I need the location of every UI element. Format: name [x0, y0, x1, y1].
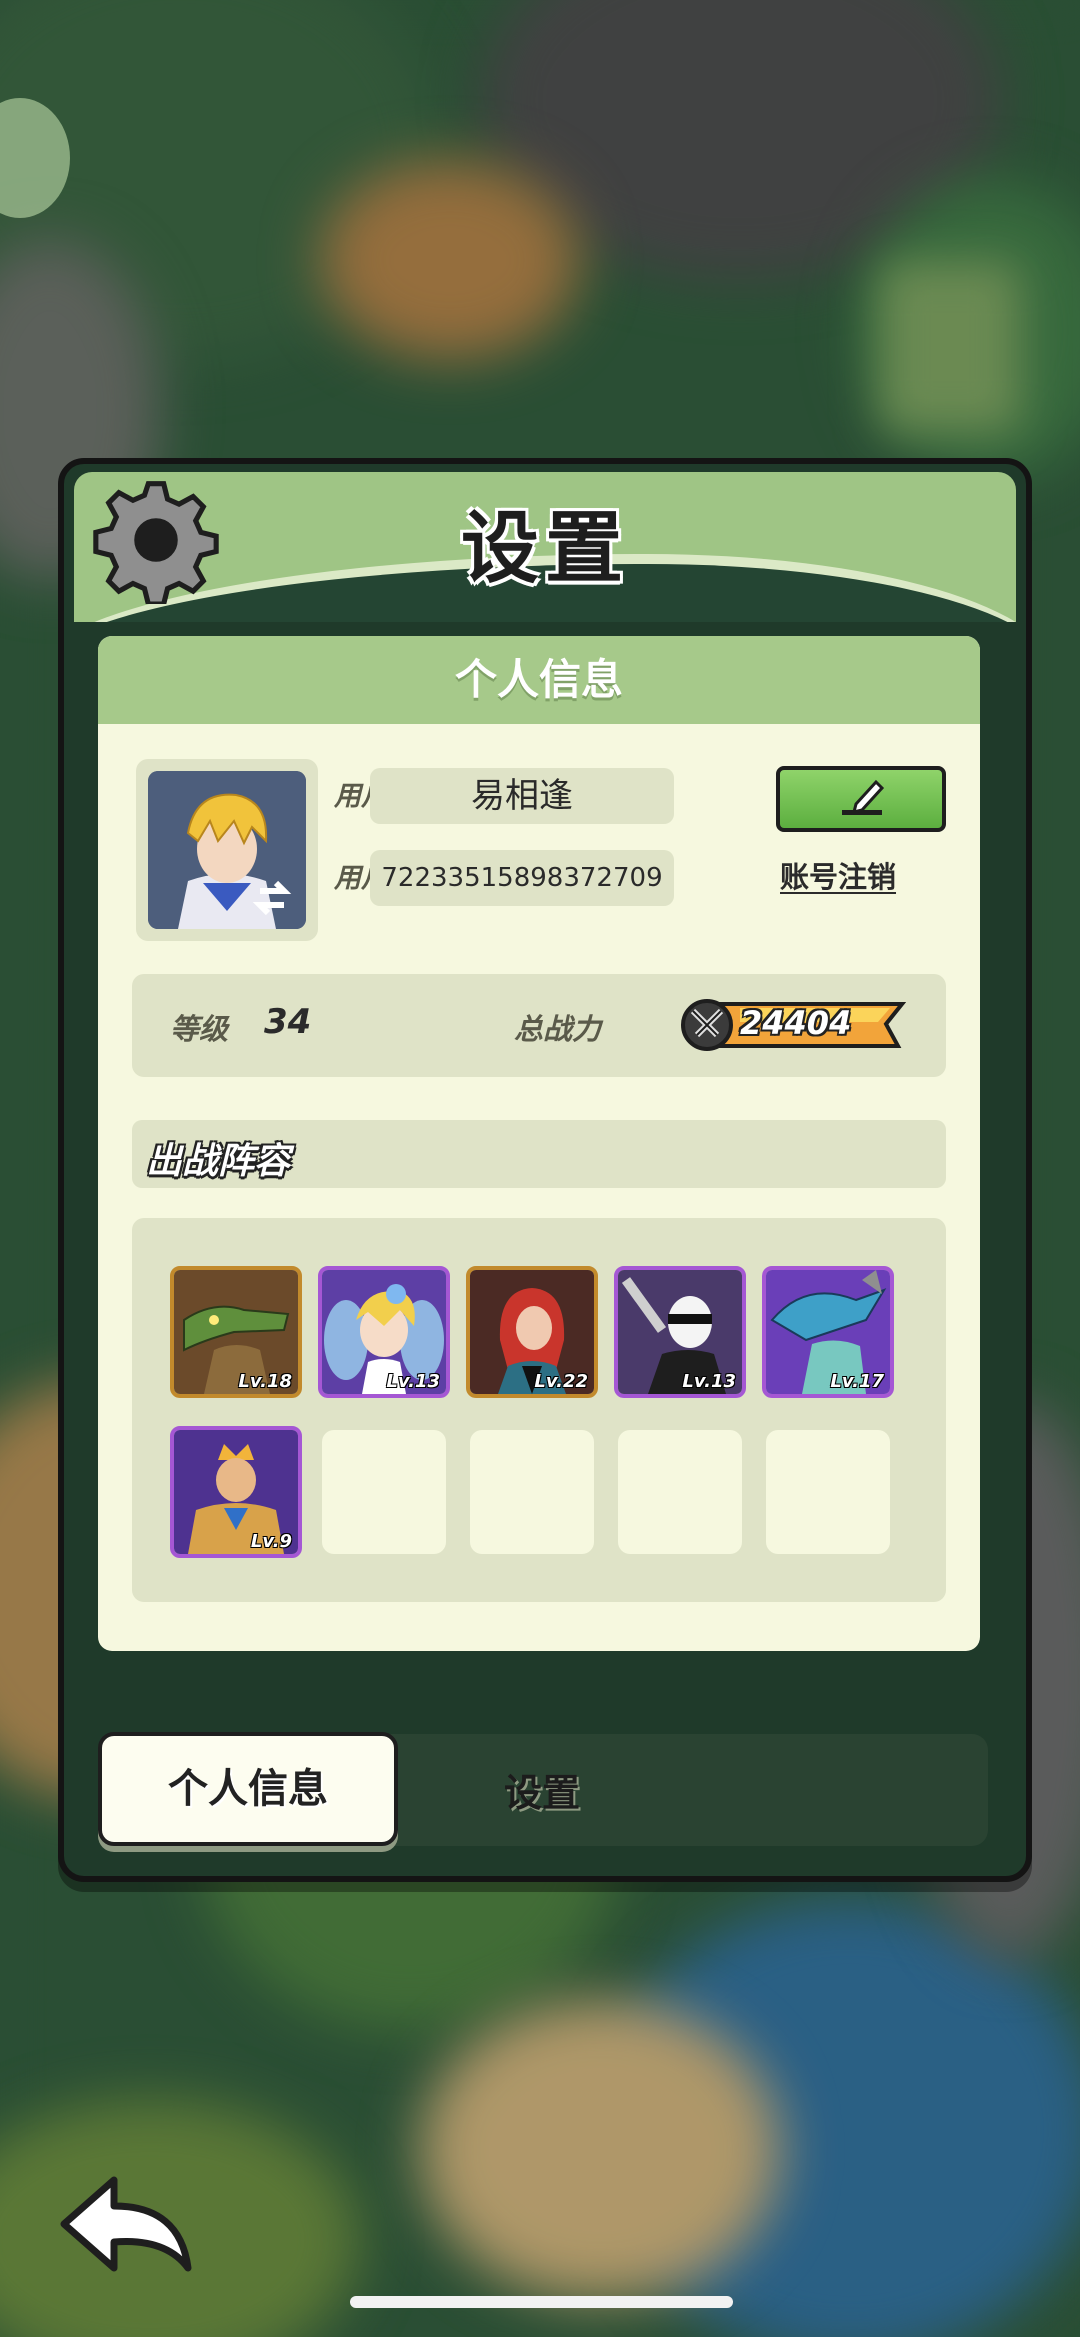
pencil-icon [842, 779, 885, 815]
level-label: 等级 [170, 1012, 229, 1046]
avatar-button[interactable] [136, 759, 318, 941]
hero-slot-1[interactable]: Lv.18 [170, 1266, 302, 1398]
lineup-grid: Lv.18 Lv.13 Lv.22 Lv.13 Lv.17 Lv.9 [132, 1218, 946, 1602]
power-badge: 24404 [680, 998, 907, 1052]
empty-slot[interactable] [766, 1430, 890, 1554]
user-id-field: 72233515898372709 [370, 850, 674, 906]
hero-level: Lv.18 [238, 1371, 292, 1392]
hero-slot-2[interactable]: Lv.13 [318, 1266, 450, 1398]
hero-level: Lv.13 [386, 1371, 440, 1392]
home-indicator[interactable] [350, 2296, 733, 2308]
hero-slot-3[interactable]: Lv.22 [466, 1266, 598, 1398]
hero-portrait-icon [148, 771, 306, 929]
hero-slot-5[interactable]: Lv.17 [762, 1266, 894, 1398]
lineup-title: 出战阵容 [146, 1141, 291, 1182]
cancel-account-link[interactable]: 账号注销 [780, 854, 896, 896]
stats-bar: 等级 34 总战力 24404 [132, 974, 946, 1077]
level-value: 34 [264, 1002, 312, 1042]
power-value: 24404 [740, 1004, 852, 1042]
tab-profile-label: 个人信息 [168, 1766, 328, 1812]
panel-title: 个人信息 [98, 636, 980, 724]
hero-level: Lv.9 [250, 1531, 292, 1552]
nickname-field: 易相逢 [370, 768, 674, 824]
avatar [148, 771, 306, 929]
crossed-swords-icon [690, 1008, 724, 1038]
dialog-title: 设置 [460, 504, 629, 594]
hero-slot-6[interactable]: Lv.9 [170, 1426, 302, 1558]
empty-slot[interactable] [322, 1430, 446, 1554]
hero-level: Lv.13 [682, 1371, 736, 1392]
empty-slot[interactable] [618, 1430, 742, 1554]
hero-level: Lv.22 [534, 1371, 588, 1392]
tab-profile[interactable]: 个人信息 [98, 1732, 398, 1846]
settings-dialog: 设置 个人信息 用户昵称 易相逢 用户 ID [58, 458, 1032, 1882]
power-label: 总战力 [514, 1012, 602, 1046]
back-arrow-icon[interactable] [56, 2172, 196, 2282]
hero-level: Lv.17 [830, 1371, 884, 1392]
lineup-header: 出战阵容 [132, 1120, 946, 1188]
profile-panel: 个人信息 用户昵称 易相逢 用户 ID 7223351589 [98, 636, 980, 1651]
edit-nickname-button[interactable] [776, 766, 946, 832]
empty-slot[interactable] [470, 1430, 594, 1554]
hero-slot-4[interactable]: Lv.13 [614, 1266, 746, 1398]
tab-settings[interactable]: 设置 [504, 1762, 580, 1817]
